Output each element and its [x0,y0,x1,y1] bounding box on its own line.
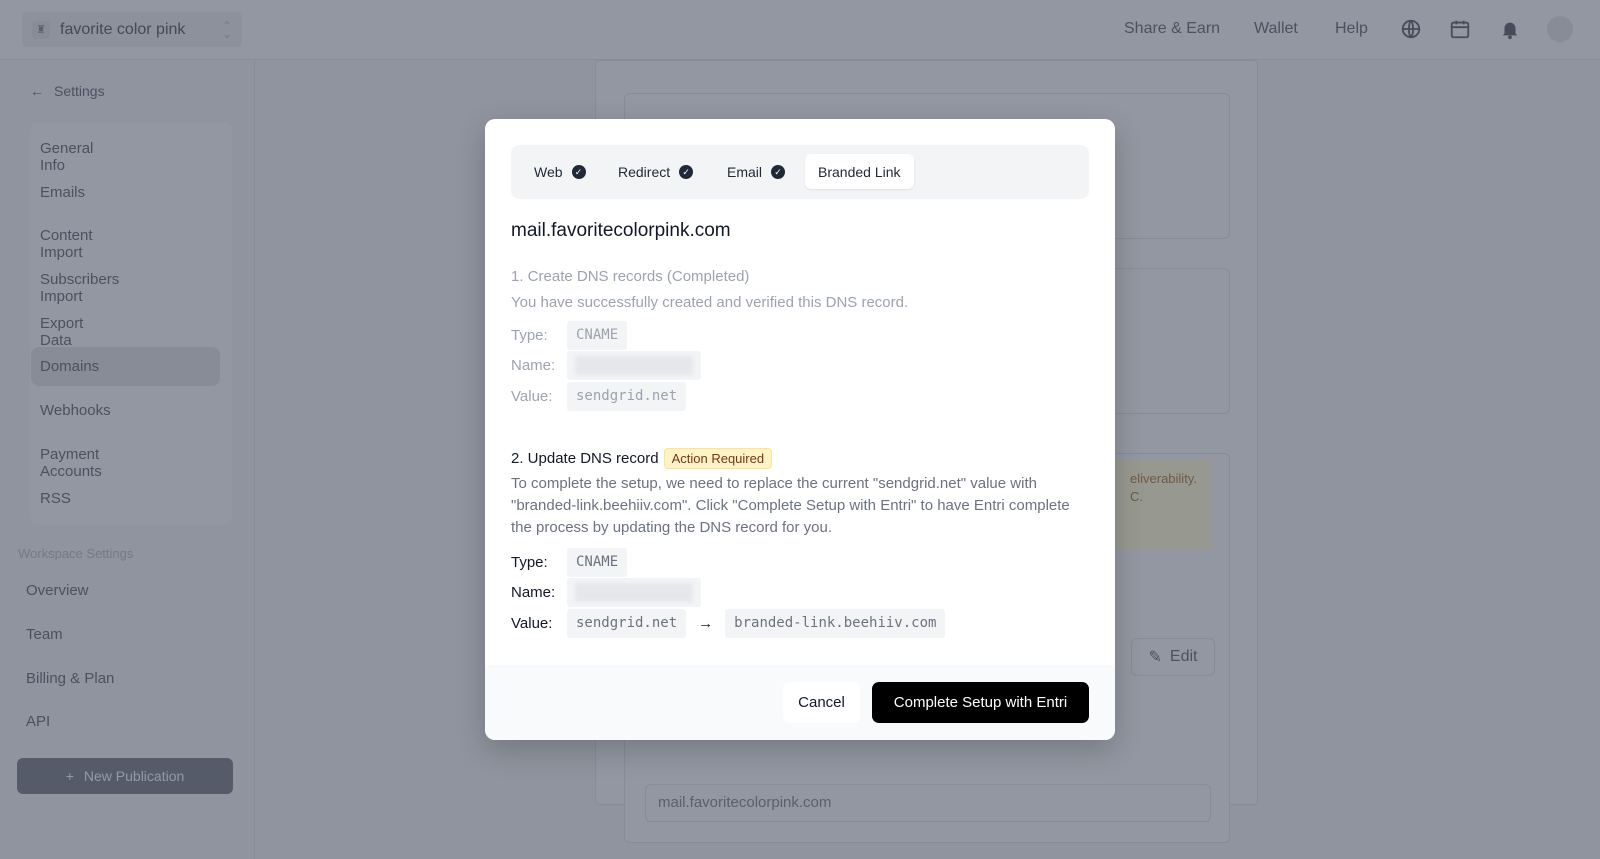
back-to-settings[interactable]: ← Settings [30,83,105,99]
step1-name-row: Name: [511,351,701,380]
tab-label: Email [727,163,763,180]
cancel-button[interactable]: Cancel [783,682,860,723]
help-link[interactable]: Help [1335,20,1368,38]
publication-logo-icon: ♜ [32,20,50,39]
check-circle-icon: ✓ [679,164,694,179]
step1-type-row: Type: CNAME [511,321,628,350]
plus-icon: + [65,768,74,784]
sidebar-item-payment-accounts[interactable]: Payment Accounts [40,446,102,480]
value-label: Value: [511,388,553,405]
type-label: Type: [511,327,548,344]
check-circle-icon: ✓ [771,164,786,179]
tab-web[interactable]: Web ✓ [521,154,599,189]
action-required-badge: Action Required [663,448,773,469]
tab-label: Branded Link [818,163,901,180]
value-value: sendgrid.net [567,382,687,411]
type-value: CNAME [567,321,628,350]
sidebar-item-rss[interactable]: RSS [40,490,71,507]
check-circle-icon: ✓ [571,164,586,179]
warning-text: eliverability. [1130,471,1197,486]
avatar[interactable] [1547,16,1573,42]
edit-label: Edit [1169,648,1198,665]
settings-label: Settings [54,83,105,99]
step2-type-row: Type: CNAME [511,548,628,577]
sidebar-item-domains[interactable]: Domains [40,358,99,375]
sidebar-item-subscribers-import[interactable]: Subscribers Import [40,271,119,305]
sidebar-item-overview[interactable]: Overview [26,582,89,599]
globe-icon[interactable] [1400,18,1422,40]
value-label: Value: [511,615,553,632]
sidebar-item-webhooks[interactable]: Webhooks [40,402,111,419]
new-value: branded-link.beehiiv.com [725,609,946,638]
arrow-left-icon: ← [30,83,44,99]
sidebar-item-general-info[interactable]: General Info [40,140,93,174]
tab-email[interactable]: Email ✓ [714,154,798,189]
sidebar-item-team[interactable]: Team [26,626,63,643]
step2-title: 2. Update DNS record [511,450,659,467]
tab-branded-link[interactable]: Branded Link [805,154,914,189]
sidebar-item-emails[interactable]: Emails [40,184,85,201]
step2-value-row: Value: sendgrid.net → branded-link.beehiiv.… [511,609,946,638]
modal-footer: Cancel Complete Setup with Entri [485,665,1115,740]
redacted-name [567,351,701,380]
step2-name-row: Name: [511,578,701,607]
setup-tabs: Web ✓ Redirect ✓ Email ✓ Branded Link [511,145,1089,199]
share-earn-link[interactable]: Share & Earn [1124,20,1220,38]
publication-name: favorite color pink [60,20,186,38]
new-publication-button[interactable]: + New Publication [17,758,233,794]
workspace-settings-label: Workspace Settings [18,546,134,561]
type-value: CNAME [567,548,628,577]
tab-label: Web [534,163,563,180]
tab-label: Redirect [618,163,671,180]
redacted-name [567,578,701,607]
step1-title: 1. Create DNS records (Completed) [511,268,750,285]
publication-selector[interactable]: ♜ favorite color pink ⌃ ⌄ [22,12,242,47]
branded-link-modal: Web ✓ Redirect ✓ Email ✓ Branded Link mail.… [485,119,1115,740]
wallet-link[interactable]: Wallet [1254,20,1298,38]
warning-text-2: C. [1130,489,1143,504]
step2-desc: To complete the setup, we need to replac… [511,475,1070,536]
bell-icon[interactable] [1499,18,1521,40]
edit-button[interactable]: ✎ Edit [1131,638,1215,676]
arrow-right-icon: → [698,615,714,632]
name-label: Name: [511,584,556,601]
calendar-icon[interactable] [1449,18,1471,40]
complete-setup-button[interactable]: Complete Setup with Entri [872,682,1089,723]
sidebar-item-content-import[interactable]: Content Import [40,227,93,261]
sidebar-item-billing[interactable]: Billing & Plan [26,670,114,687]
domain-field[interactable]: mail.favoritecolorpink.com [645,784,1211,822]
sidebar-item-export-data[interactable]: Export Data [40,315,83,349]
old-value: sendgrid.net [567,609,687,638]
new-publication-label: New Publication [83,768,185,784]
chevron-up-down-icon: ⌃ ⌄ [221,18,232,41]
step1-desc: You have successfully created and verifi… [511,294,909,311]
type-label: Type: [511,554,548,571]
step1-value-row: Value: sendgrid.net [511,382,687,411]
edit-icon: ✎ [1148,649,1162,666]
name-label: Name: [511,357,556,374]
step2-header: 2. Update DNS record Action Required [511,448,773,469]
sidebar-item-api[interactable]: API [26,713,50,730]
tab-redirect[interactable]: Redirect ✓ [605,154,706,189]
domain-title: mail.favoritecolorpink.com [511,220,731,241]
